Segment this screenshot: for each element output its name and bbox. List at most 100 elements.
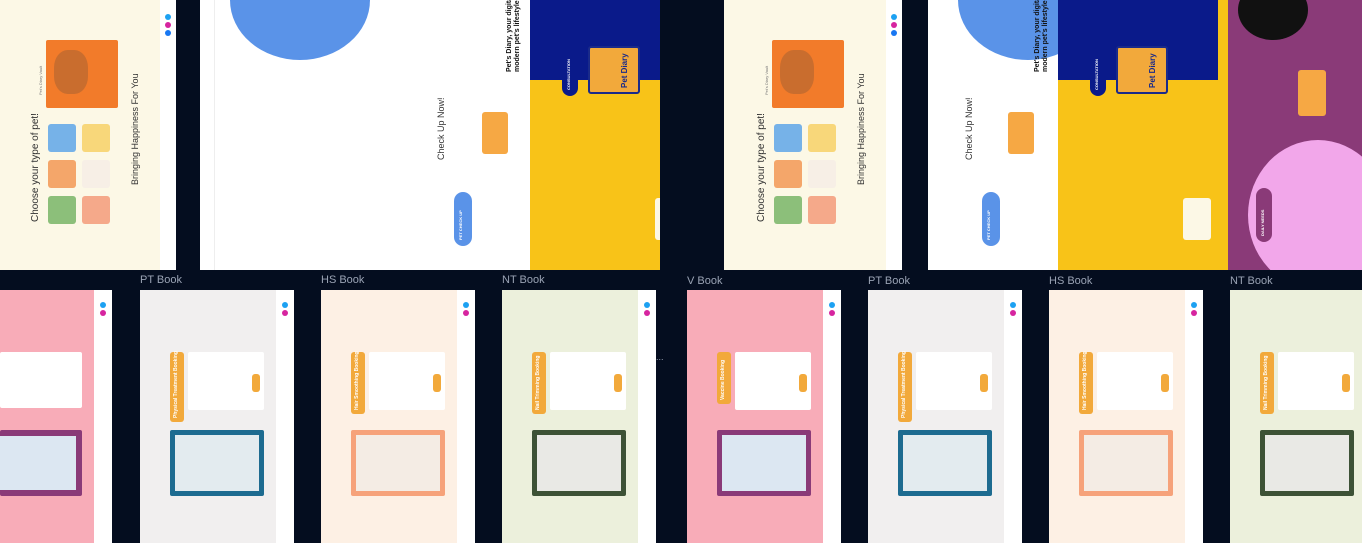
facebook-icon[interactable] bbox=[165, 30, 171, 36]
frame-label-nt-book-2[interactable]: NT Book bbox=[1230, 275, 1273, 287]
pets-page-frame-1: Choose your type of pet! Bringing Happin… bbox=[0, 0, 176, 270]
frame-label-pt-book-1[interactable]: PT Book bbox=[140, 274, 182, 286]
dog-photo bbox=[772, 40, 844, 108]
twitter-icon[interactable] bbox=[1191, 302, 1197, 308]
logo bbox=[588, 46, 640, 94]
instagram-icon[interactable] bbox=[891, 22, 897, 28]
pet-type-card-5[interactable] bbox=[774, 196, 802, 224]
nav-strip bbox=[200, 0, 215, 270]
hs-book-frame-2: Hair Smoothing Booking bbox=[1049, 290, 1203, 543]
twitter-icon[interactable] bbox=[644, 302, 650, 308]
pets-diary-title: Pet's Diary Vault bbox=[38, 65, 43, 95]
instagram-icon[interactable] bbox=[1191, 310, 1197, 316]
booking-title: Hair Smoothing Booking bbox=[1082, 351, 1088, 410]
nav-strip bbox=[886, 0, 902, 270]
submit-button[interactable] bbox=[1161, 374, 1169, 392]
frame-label-pt-book-2[interactable]: PT Book bbox=[868, 275, 910, 287]
pt-book-frame-1: Physical Treatment Booking bbox=[140, 290, 294, 543]
nt-book-frame-2: Nail Trimming Booking bbox=[1230, 290, 1362, 543]
frame-label-hs-book-1[interactable]: HS Book bbox=[321, 274, 364, 286]
facebook-icon[interactable] bbox=[891, 30, 897, 36]
vet-photo bbox=[170, 430, 264, 496]
groomer-photo bbox=[351, 430, 445, 496]
pets-page-frame-2: Choose your type of pet! Bringing Happin… bbox=[724, 0, 902, 270]
booking-title: Nail Trimming Booking bbox=[535, 355, 541, 410]
pet-type-card-5[interactable] bbox=[48, 196, 76, 224]
twitter-icon[interactable] bbox=[829, 302, 835, 308]
booking-title: Physical Treatment Booking bbox=[901, 351, 907, 418]
pet-type-card-1[interactable] bbox=[774, 124, 802, 152]
instagram-icon[interactable] bbox=[282, 310, 288, 316]
pet-checkup-badge[interactable] bbox=[454, 192, 472, 246]
submit-button[interactable] bbox=[433, 374, 441, 392]
hs-book-frame-1: Hair Smoothing Booking bbox=[321, 290, 475, 543]
submit-button[interactable] bbox=[252, 374, 260, 392]
choose-heading: Choose your type of pet! bbox=[756, 113, 767, 222]
vet-photo bbox=[717, 430, 811, 496]
pet-checkup-badge[interactable] bbox=[982, 192, 1000, 246]
pet-type-card-3[interactable] bbox=[774, 160, 802, 188]
instagram-icon[interactable] bbox=[100, 310, 106, 316]
nav-strip bbox=[276, 290, 294, 543]
frame-label-v-book-2[interactable]: V Book bbox=[687, 275, 722, 287]
twitter-icon[interactable] bbox=[463, 302, 469, 308]
nav-strip bbox=[1185, 290, 1203, 543]
submit-button[interactable] bbox=[980, 374, 988, 392]
logo-text: Pet Diary bbox=[620, 53, 629, 88]
submit-button[interactable] bbox=[614, 374, 622, 392]
pet-type-card-1[interactable] bbox=[48, 124, 76, 152]
pet-type-card-3[interactable] bbox=[48, 160, 76, 188]
twitter-icon[interactable] bbox=[282, 302, 288, 308]
instagram-icon[interactable] bbox=[463, 310, 469, 316]
vet-photo bbox=[898, 430, 992, 496]
consult-card[interactable] bbox=[1183, 198, 1211, 240]
checkup-heading: Check Up Now! bbox=[436, 97, 446, 160]
consultation-label: CONSULTATION bbox=[1094, 59, 1099, 90]
nav-strip bbox=[823, 290, 841, 543]
logo bbox=[1116, 46, 1168, 94]
pets-diary-title: Pet's Diary Vault bbox=[764, 65, 769, 95]
canvas-dots: ... bbox=[656, 352, 664, 362]
home-page-frame-1: Check Up Now! PET CHECK UP Pet's Diary, … bbox=[200, 0, 660, 270]
pet-type-card-6[interactable] bbox=[808, 196, 836, 224]
pet-type-card-2[interactable] bbox=[82, 124, 110, 152]
frame-label-hs-book-2[interactable]: HS Book bbox=[1049, 275, 1092, 287]
happiness-heading: Bringing Happiness For You bbox=[130, 73, 140, 185]
pet-checkup-badge-label: PET CHECK UP bbox=[458, 210, 463, 240]
nav-strip bbox=[638, 290, 656, 543]
submit-button[interactable] bbox=[799, 374, 807, 392]
logo-text: Pet Diary bbox=[1148, 53, 1157, 88]
nav-strip bbox=[1004, 290, 1022, 543]
pet-type-card-4[interactable] bbox=[82, 160, 110, 188]
frame-label-nt-book-1[interactable]: NT Book bbox=[502, 274, 545, 286]
instagram-icon[interactable] bbox=[829, 310, 835, 316]
pt-book-frame-2: Physical Treatment Booking bbox=[868, 290, 1022, 543]
choose-heading: Choose your type of pet! bbox=[30, 113, 41, 222]
daily-needs-card[interactable] bbox=[1298, 70, 1326, 116]
pet-type-card-2[interactable] bbox=[808, 124, 836, 152]
twitter-icon[interactable] bbox=[100, 302, 106, 308]
checkup-card[interactable] bbox=[482, 112, 508, 154]
instagram-icon[interactable] bbox=[165, 22, 171, 28]
nav-strip bbox=[94, 290, 112, 543]
pet-type-card-4[interactable] bbox=[808, 160, 836, 188]
instagram-icon[interactable] bbox=[644, 310, 650, 316]
booking-title: Vaccine Booking bbox=[720, 359, 726, 400]
tagline: Pet's Diary, your digital solution for m… bbox=[506, 0, 521, 72]
tagline: Pet's Diary, your digital solution for m… bbox=[1034, 0, 1049, 72]
twitter-icon[interactable] bbox=[1010, 302, 1016, 308]
pet-type-card-6[interactable] bbox=[82, 196, 110, 224]
booking-title: Hair Smoothing Booking bbox=[354, 351, 360, 410]
instagram-icon[interactable] bbox=[1010, 310, 1016, 316]
twitter-icon[interactable] bbox=[165, 14, 171, 20]
nav-strip bbox=[457, 290, 475, 543]
booking-title: Physical Treatment Booking bbox=[173, 351, 179, 418]
checkup-card[interactable] bbox=[1008, 112, 1034, 154]
consult-card[interactable] bbox=[655, 198, 660, 240]
happiness-heading: Bringing Happiness For You bbox=[856, 73, 866, 185]
twitter-icon[interactable] bbox=[891, 14, 897, 20]
nt-book-frame-1: Nail Trimming Booking bbox=[502, 290, 656, 543]
booking-form[interactable] bbox=[0, 352, 82, 408]
submit-button[interactable] bbox=[1342, 374, 1350, 392]
daily-needs-label: DAILY NEEDS bbox=[1260, 209, 1265, 236]
